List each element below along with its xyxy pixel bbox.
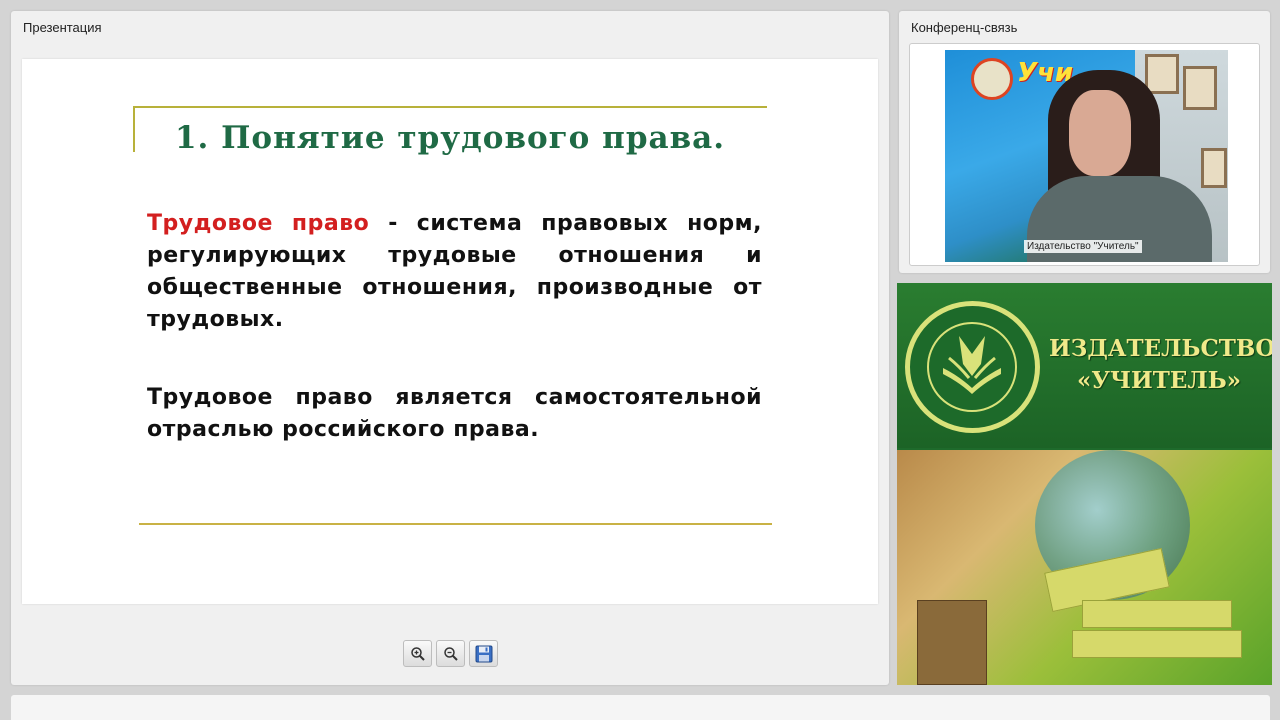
publisher-name: ИЗДАТЕЛЬСТВО «УЧИТЕЛЬ» [1049,333,1272,397]
book-image [1082,600,1232,628]
bottom-panel [11,695,1270,720]
wall-frame-image [1183,66,1217,110]
slide-paragraph-definition: Трудовое право - система правовых норм, … [147,208,762,336]
publisher-banner-header: ИЗДАТЕЛЬСТВО «УЧИТЕЛЬ» [897,283,1272,448]
floppy-disk-icon [475,645,492,662]
zoom-in-button[interactable] [403,640,432,667]
zoom-out-button[interactable] [436,640,465,667]
book-emblem-icon [943,336,1001,394]
publisher-banner: ИЗДАТЕЛЬСТВО «УЧИТЕЛЬ» [897,283,1272,685]
webcam-video[interactable]: Учи Издательство "Учитель" [945,50,1228,262]
speaker-face [1069,90,1131,176]
books-globe-photo [897,450,1272,685]
conference-panel-title: Конференц-связь [911,20,1018,35]
presentation-panel-title: Презентация [23,20,102,35]
emblem-inner-ring [927,322,1017,412]
slide-term: Трудовое право [147,211,370,236]
publisher-name-line1: ИЗДАТЕЛЬСТВО [1049,335,1272,362]
publisher-name-line2: «УЧИТЕЛЬ» [1076,367,1242,394]
video-caption: Издательство "Учитель" [1024,240,1142,253]
publisher-logo-icon [971,58,1013,100]
slide-paragraph-status: Трудовое право является самостоятельной … [147,385,762,442]
book-image [1072,630,1242,658]
video-frame: Учи Издательство "Учитель" [909,43,1260,266]
conference-panel: Конференц-связь Учи Издательство "Учител… [899,11,1270,273]
slide: 1. Понятие трудового права. Трудовое пра… [22,59,878,604]
publisher-emblem-icon [905,301,1040,433]
slide-title: 1. Понятие трудового права. [174,120,726,156]
slide-divider [139,523,772,525]
wall-frame-image [1201,148,1227,188]
zoom-in-icon [410,646,425,661]
slide-toolbar [403,640,498,667]
wall-frame-image [1145,54,1179,94]
save-button[interactable] [469,640,498,667]
book-image [917,600,987,685]
zoom-out-icon [443,646,458,661]
presentation-panel: Презентация 1. Понятие трудового права. … [11,11,889,685]
